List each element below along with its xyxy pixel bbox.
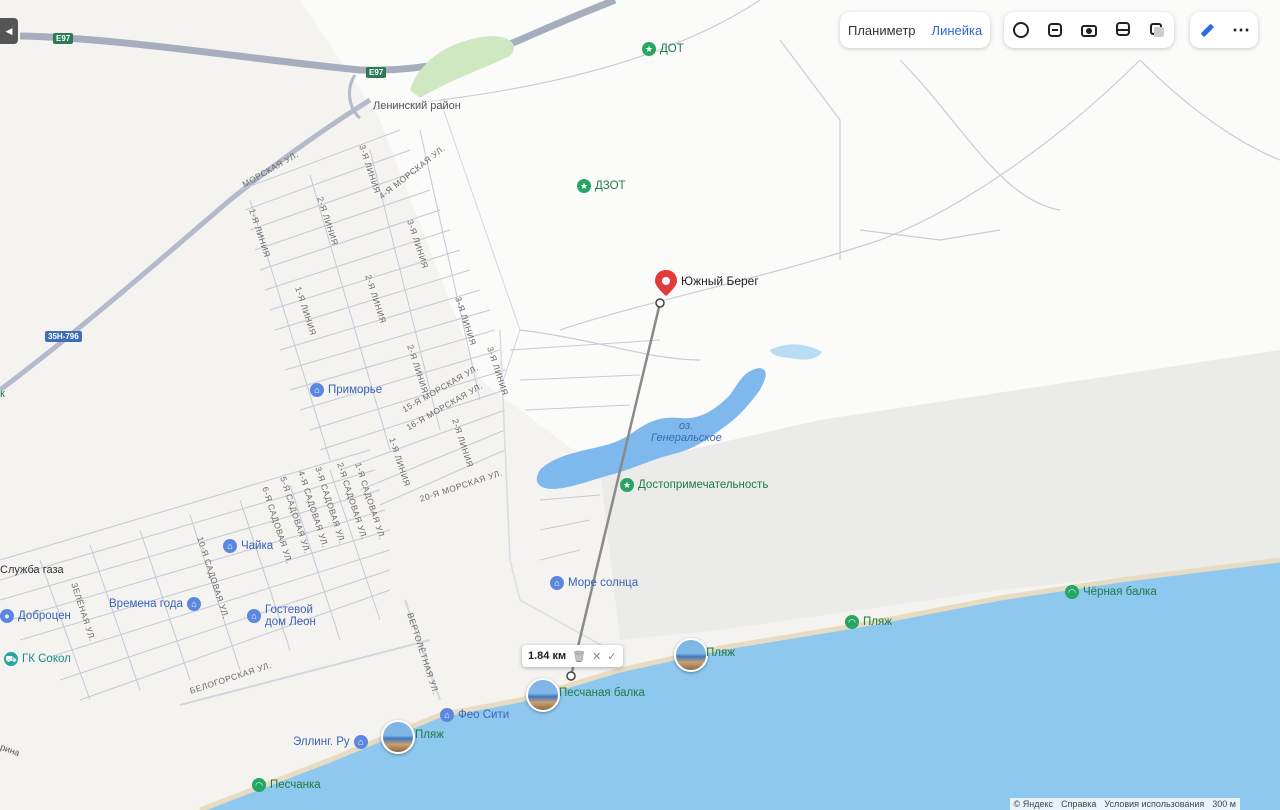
trash-icon[interactable]: 🗑 [572,650,586,663]
tools-toolbar: ⋯ [1190,12,1258,48]
beach-icon: ◠ [1065,585,1079,599]
label-lake-name: Генеральское [651,432,722,444]
poi-peschanka[interactable]: ◠ Песчанка [252,778,321,792]
poi-beach-photo[interactable]: Пляж [706,647,735,659]
poi-primorye[interactable]: ⌂ Приморье [310,383,382,397]
poi-beach-east[interactable]: ◠ Пляж [845,615,892,629]
poi-label: ДОТ [660,43,684,55]
poi-label: Времена года [109,598,183,610]
ruler-distance: 1.84 км [528,650,567,662]
poi-label: Достопримечательность [638,479,769,491]
shop-icon: ● [0,609,14,623]
poi-vremena-goda[interactable]: ⌂ Времена года [109,597,201,611]
poi-label: ГК Сокол [22,653,71,665]
ruler-icon[interactable] [1190,12,1224,48]
poi-label: Чайка [241,540,274,552]
poi-gostevoy-dom-leon[interactable]: ⌂ Гостевой дом Леон [247,604,316,628]
road-shield-e97: E97 [366,67,387,78]
poi-dot[interactable]: ★ ДОТ [642,42,684,56]
more-icon[interactable]: ⋯ [1224,12,1258,48]
road-shield-35n-796: 35Н-796 [45,331,82,342]
poi-label: ДЗОТ [595,180,626,192]
layers-toolbar [1004,12,1174,48]
star-icon: ★ [642,42,656,56]
map-type-icon[interactable] [1140,12,1174,48]
beach-icon: ◠ [252,778,266,792]
poi-chaika[interactable]: ⌂ Чайка [223,539,273,553]
transit-icon[interactable] [1106,12,1140,48]
ruler-end-point [566,671,576,681]
map-footer: © Яндекс Справка Условия использования 3… [1009,798,1240,810]
photo-marker-beach[interactable] [674,638,708,672]
hotel-icon: ⌂ [247,609,261,623]
hotel-icon: ⌂ [440,708,454,722]
planimeter-button[interactable]: Планиметр [840,23,924,38]
poi-elling-ru[interactable]: ⌂ Эллинг. Ру [293,735,368,749]
hotel-icon: ⌂ [550,576,564,590]
poi-label-line2: дом Леон [265,616,316,628]
layers-icon[interactable] [1004,12,1038,48]
panorama-icon[interactable] [1072,12,1106,48]
label-k: к [0,388,5,400]
ruler-distance-popup: 1.84 км 🗑 ✕ ✓ [522,645,623,667]
poi-gk-sokol[interactable]: ⛟ ГК Сокол [4,652,71,666]
ruler-mode-button[interactable]: Линейка [924,23,991,38]
hotel-icon: ⌂ [223,539,237,553]
photo-marker-peschanaya-balka[interactable] [526,678,560,712]
road-shield-e97: E97 [53,33,74,44]
poi-label: Эллинг. Ру [293,736,350,748]
poi-chernaya-balka[interactable]: ◠ Чёрная балка [1065,585,1157,599]
sidebar-toggle-button[interactable]: ◀ [0,18,18,44]
poi-label: Песчаная балка [559,687,645,699]
photo-marker-beach-west[interactable] [381,720,415,754]
star-icon: ★ [620,478,634,492]
poi-yuzhny-bereg[interactable]: Южный Берег [681,274,759,288]
poi-label: Пляж [863,616,892,628]
ruler-start-point [655,298,665,308]
poi-label: Песчанка [270,779,321,791]
poi-dobrotsen[interactable]: ● Доброцен [0,609,71,623]
garage-icon: ⛟ [4,652,18,666]
poi-label: Приморье [328,384,383,396]
label-lake-prefix: оз. [679,420,694,432]
check-icon[interactable]: ✓ [607,650,616,663]
poi-landmark[interactable]: ★ Достопримечательность [620,478,768,492]
help-link[interactable]: Справка [1061,799,1096,809]
hotel-icon: ⌂ [353,735,368,749]
copyright: © Яндекс [1013,799,1054,809]
poi-dzot[interactable]: ★ ДЗОТ [577,179,626,193]
poi-label: Фео Сити [458,709,510,721]
close-icon[interactable]: ✕ [592,650,601,663]
poi-label: Пляж [706,647,735,659]
hotel-icon: ⌂ [186,597,201,611]
beach-icon: ◠ [845,615,859,629]
poi-beach-west[interactable]: Пляж [415,729,444,741]
poi-label: Пляж [415,729,444,741]
terms-link[interactable]: Условия использования [1104,799,1204,809]
hotel-icon: ⌂ [310,383,324,397]
poi-more-solntsa[interactable]: ⌂ Море солнца [550,576,638,590]
poi-feo-siti[interactable]: ⌂ Фео Сити [440,708,509,722]
label-leninsky: Ленинский район [373,100,461,112]
poi-peschanaya-balka[interactable]: Песчаная балка [559,687,645,699]
poi-label: Южный Берег [681,274,759,288]
scale-label: 300 м [1212,799,1236,809]
traffic-icon[interactable] [1038,12,1072,48]
label-sluzhba-gaza: Служба газа [0,564,64,576]
poi-label: Доброцен [18,610,71,622]
measure-toolbar: Планиметр Линейка [840,12,991,48]
poi-label: Море солнца [568,577,639,589]
poi-label: Чёрная балка [1083,586,1157,598]
star-icon: ★ [577,179,591,193]
poi-label-line1: Гостевой [265,604,313,616]
